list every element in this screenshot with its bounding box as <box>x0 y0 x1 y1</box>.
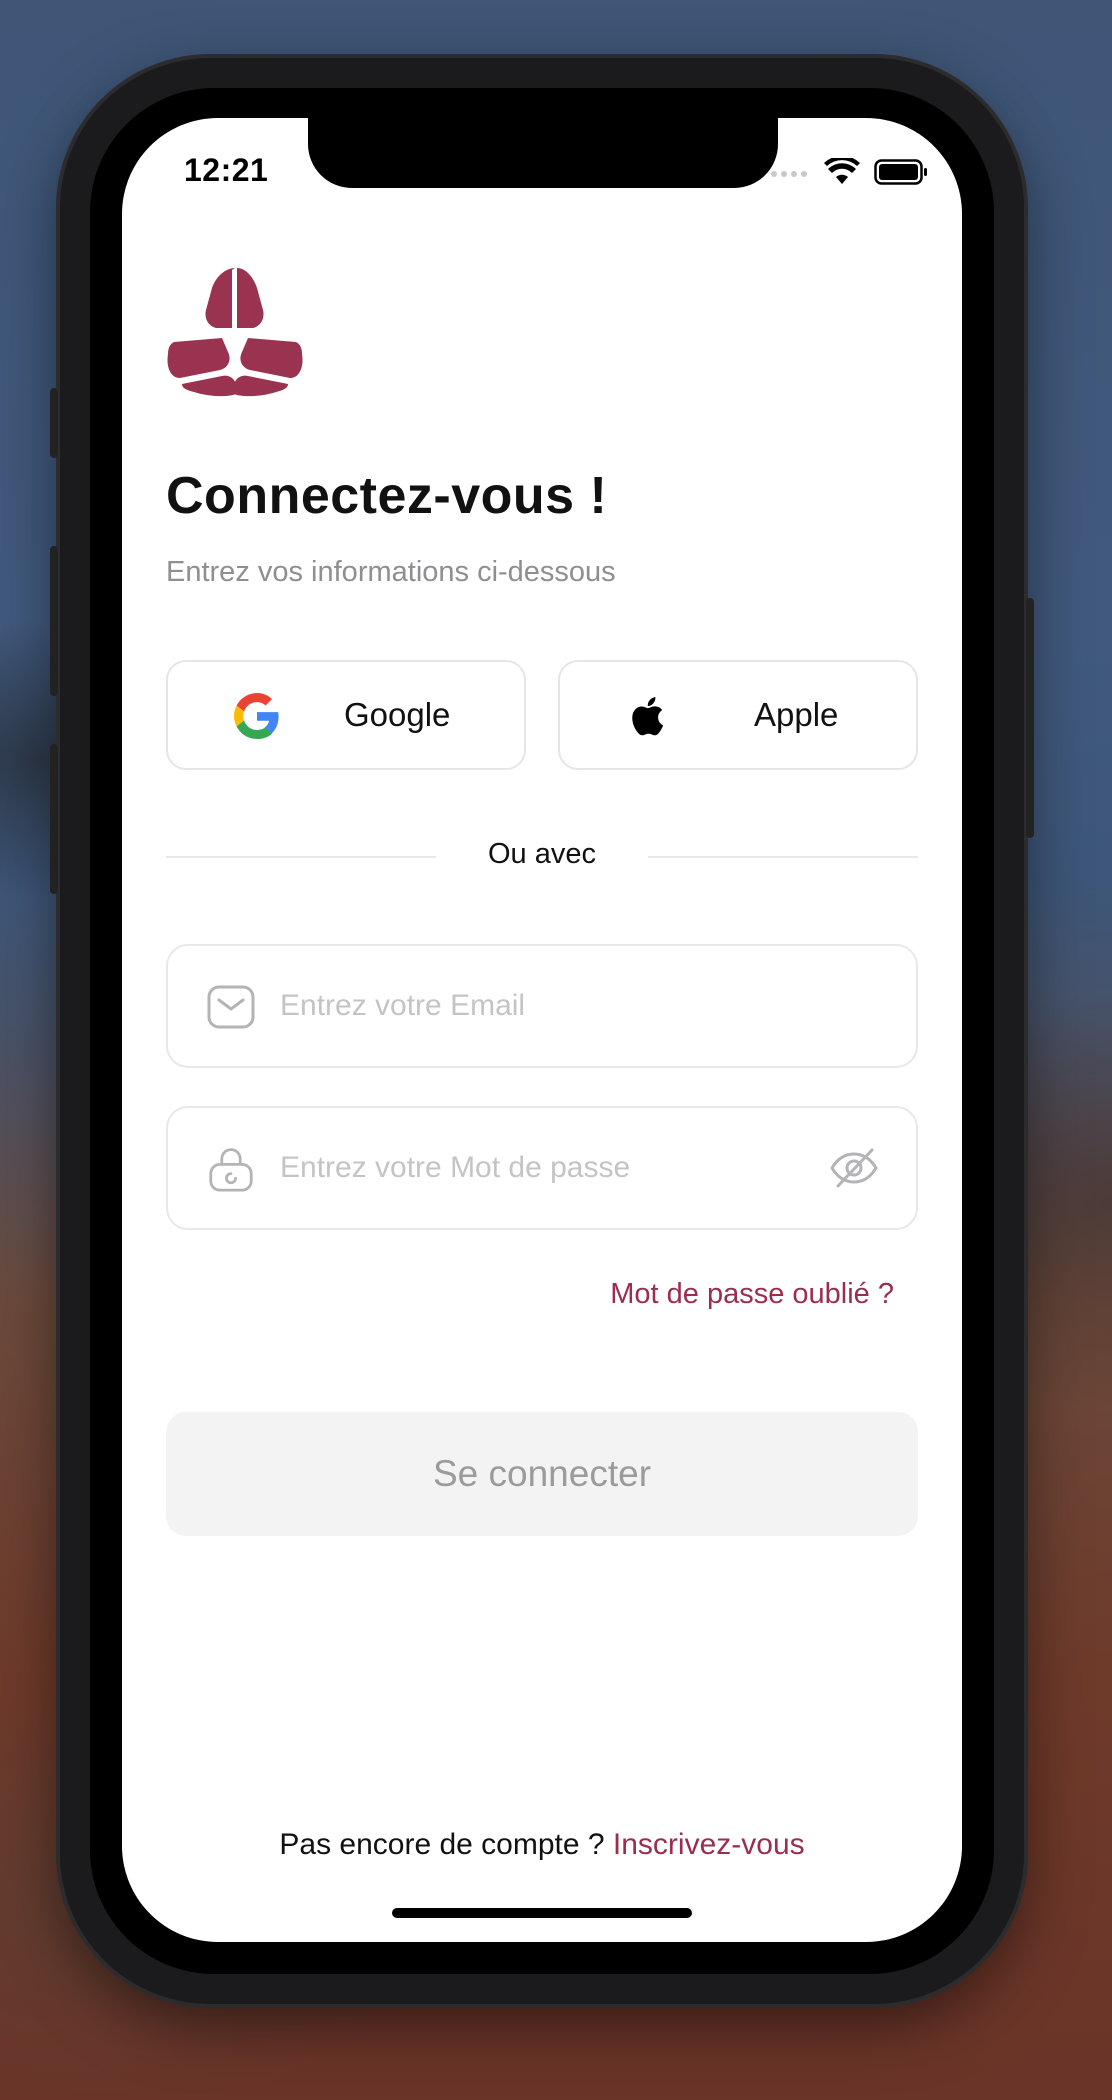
mute-switch <box>50 388 58 458</box>
forgot-password-link[interactable]: Mot de passe oublié ? <box>610 1278 894 1311</box>
status-icons <box>770 158 928 186</box>
volume-up-button <box>50 546 58 696</box>
mail-icon <box>207 985 255 1029</box>
home-indicator[interactable] <box>392 1908 692 1918</box>
password-field[interactable] <box>166 1106 918 1230</box>
login-button[interactable]: Se connecter <box>166 1412 918 1536</box>
trefoil-logo <box>167 268 303 397</box>
google-icon <box>234 693 279 739</box>
lock-icon <box>209 1148 253 1192</box>
apple-icon <box>632 697 664 736</box>
status-time: 12:21 <box>184 152 269 188</box>
signup-prompt-text: Pas encore de compte ? <box>279 1828 613 1861</box>
volume-down-button <box>50 744 58 894</box>
signup-link[interactable]: Inscrivez-vous <box>613 1828 805 1861</box>
divider-text: Ou avec <box>488 838 596 870</box>
password-input[interactable] <box>280 1136 800 1200</box>
battery-icon <box>874 159 927 185</box>
eye-off-icon[interactable] <box>828 1142 880 1194</box>
divider-line-right <box>648 856 918 858</box>
page-subtitle: Entrez vos informations ci-dessous <box>166 556 616 588</box>
email-input[interactable] <box>280 974 800 1038</box>
power-button <box>1026 598 1034 838</box>
apple-login-button[interactable]: Apple <box>558 660 918 770</box>
signal-icon <box>771 171 807 177</box>
google-login-button[interactable]: Google <box>166 660 526 770</box>
page-title: Connectez-vous ! <box>166 467 608 525</box>
screen: 12:21 Connectez-vous ! Entrez vos inform… <box>122 118 962 1942</box>
signup-prompt: Pas encore de compte ? Inscrivez-vous <box>122 1828 962 1862</box>
google-button-label: Google <box>344 696 451 733</box>
email-field[interactable] <box>166 944 918 1068</box>
apple-button-label: Apple <box>754 696 839 733</box>
notch <box>308 118 778 188</box>
wifi-icon <box>824 158 860 184</box>
